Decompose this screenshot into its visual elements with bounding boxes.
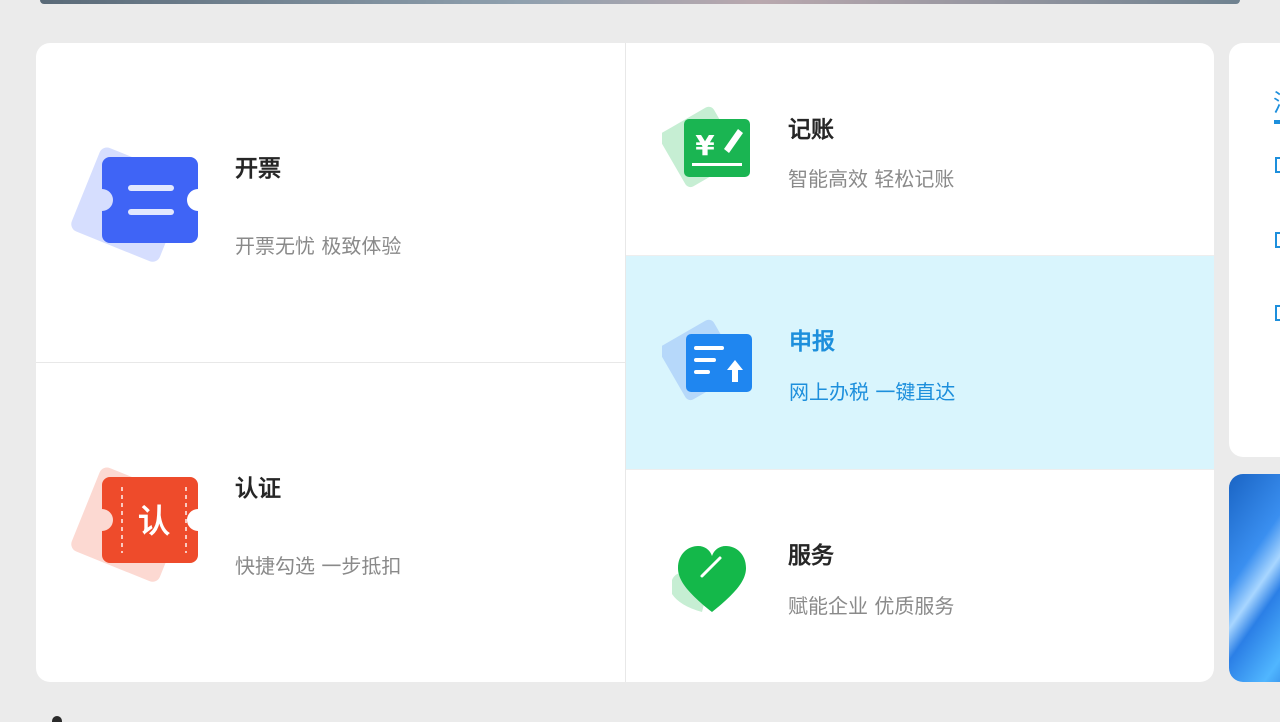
top-banner-image bbox=[40, 0, 1240, 4]
ticket-icon bbox=[70, 137, 200, 267]
tile-declare[interactable]: 申报 网上办税 一键直达 bbox=[626, 256, 1214, 469]
side-message-card: 消 bbox=[1229, 43, 1280, 457]
tile-subtitle: 快捷勾选 一步抵扣 bbox=[235, 554, 402, 578]
certify-ticket-icon: 认 bbox=[70, 457, 200, 587]
side-tab-message[interactable]: 消 bbox=[1273, 83, 1280, 118]
tile-title: 申报 bbox=[789, 329, 835, 355]
tile-service[interactable]: 服务 赋能企业 优质服务 bbox=[626, 470, 1214, 682]
heart-icon bbox=[664, 530, 760, 626]
yuan-glyph: ¥ bbox=[695, 129, 715, 162]
tile-invoice[interactable]: 开票 开票无忧 极致体验 bbox=[36, 43, 625, 362]
list-bullet-icon bbox=[1275, 232, 1280, 248]
upload-doc-icon bbox=[662, 314, 758, 410]
list-bullet-icon bbox=[1275, 157, 1280, 173]
tile-title: 记账 bbox=[788, 117, 834, 143]
list-bullet-icon bbox=[1275, 305, 1280, 321]
tile-subtitle: 网上办税 一键直达 bbox=[789, 380, 956, 404]
tile-bookkeeping[interactable]: ¥ 记账 智能高效 轻松记账 bbox=[626, 43, 1214, 255]
tile-subtitle: 开票无忧 极致体验 bbox=[235, 234, 402, 258]
tile-certify[interactable]: 认 认证 快捷勾选 一步抵扣 bbox=[36, 363, 625, 682]
certify-icon-char: 认 bbox=[138, 502, 170, 540]
side-tab-underline bbox=[1274, 120, 1280, 124]
side-banner-image[interactable] bbox=[1229, 474, 1280, 682]
tile-subtitle: 赋能企业 优质服务 bbox=[788, 594, 955, 618]
tile-title: 服务 bbox=[788, 543, 834, 569]
bottom-partial-element bbox=[52, 716, 62, 722]
tile-subtitle: 智能高效 轻松记账 bbox=[788, 167, 955, 191]
yuan-pen-icon: ¥ bbox=[662, 101, 758, 197]
service-grid-card: 开票 开票无忧 极致体验 认 认证 快捷勾选 一步抵扣 ¥ 记账 智能高效 轻松… bbox=[36, 43, 1214, 682]
tile-title: 开票 bbox=[235, 156, 281, 182]
tile-title: 认证 bbox=[235, 476, 281, 502]
